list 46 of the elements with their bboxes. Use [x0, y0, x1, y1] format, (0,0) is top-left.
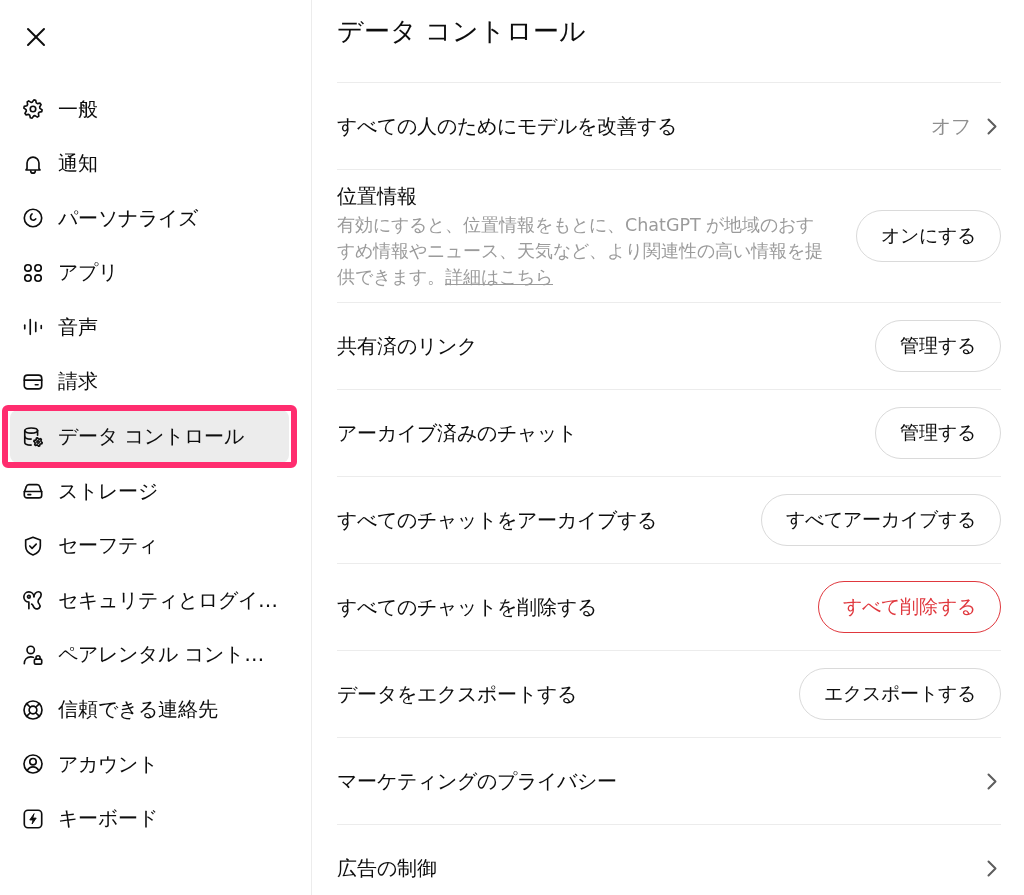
person-lock-icon — [22, 643, 44, 666]
destructive-button[interactable]: すべて削除する — [818, 581, 1001, 633]
grid-icon — [22, 261, 44, 284]
sidebar-item[interactable]: 請求 — [10, 355, 289, 409]
person-circle-icon — [22, 753, 44, 776]
setting-label: マーケティングのプライバシー — [337, 768, 617, 795]
sidebar-item[interactable]: アカウント — [10, 737, 289, 791]
setting-value: オフ — [931, 112, 971, 140]
sidebar-item[interactable]: セーフティ — [10, 519, 289, 573]
setting-label: すべてのチャットを削除する — [337, 594, 597, 621]
sidebar-item[interactable]: アプリ — [10, 246, 289, 300]
sidebar-item[interactable]: 信頼できる連絡先 — [10, 683, 289, 737]
sidebar-item[interactable]: データ コントロール — [10, 410, 289, 464]
gear-icon — [22, 98, 44, 120]
setting-label: すべての人のためにモデルを改善する — [337, 113, 677, 140]
setting-label: アーカイブ済みのチャット — [337, 420, 577, 447]
chevron-right-icon — [987, 772, 997, 790]
sidebar-item[interactable]: 音声 — [10, 300, 289, 354]
lifebuoy-icon — [22, 698, 44, 721]
database-gear-icon — [22, 425, 44, 448]
sidebar-item[interactable]: 一般 — [10, 82, 289, 136]
setting-description: 有効にすると、位置情報をもとに、ChatGPT が地域のおすすめ情報やニュース、天気など、より関連性の高い情報を提供できます。詳細はこちら — [337, 214, 824, 289]
sidebar-item[interactable]: キーボード — [10, 792, 289, 846]
setting-label: 広告の制御 — [337, 855, 437, 882]
setting-label: 共有済のリンク — [337, 333, 477, 360]
action-button[interactable]: エクスポートする — [799, 668, 1001, 720]
key-icon — [22, 589, 44, 612]
setting-label: すべてのチャットをアーカイブする — [337, 507, 657, 534]
close-icon — [26, 27, 46, 47]
sidebar-item[interactable]: 通知 — [10, 137, 289, 191]
sidebar-item[interactable]: ストレージ — [10, 464, 289, 518]
sidebar-item[interactable]: パーソナライズ — [10, 191, 289, 245]
action-button[interactable]: すべてアーカイブする — [761, 494, 1001, 546]
action-button[interactable]: 管理する — [875, 407, 1001, 459]
chevron-right-icon — [987, 859, 997, 877]
circle-swirl-icon — [22, 207, 44, 230]
action-button[interactable]: オンにする — [856, 210, 1001, 262]
setting-label: 位置情報 — [337, 183, 418, 210]
sidebar-item[interactable]: セキュリティとログイ… — [10, 573, 289, 627]
sidebar-item[interactable]: ペアレンタル コント… — [10, 628, 289, 682]
setting-label: データをエクスポートする — [337, 681, 577, 708]
page-title: データ コントロール — [337, 15, 588, 48]
action-button[interactable]: 管理する — [875, 320, 1001, 372]
lightning-square-icon — [22, 807, 44, 830]
shield-check-icon — [22, 534, 44, 557]
chevron-right-icon — [987, 117, 997, 135]
